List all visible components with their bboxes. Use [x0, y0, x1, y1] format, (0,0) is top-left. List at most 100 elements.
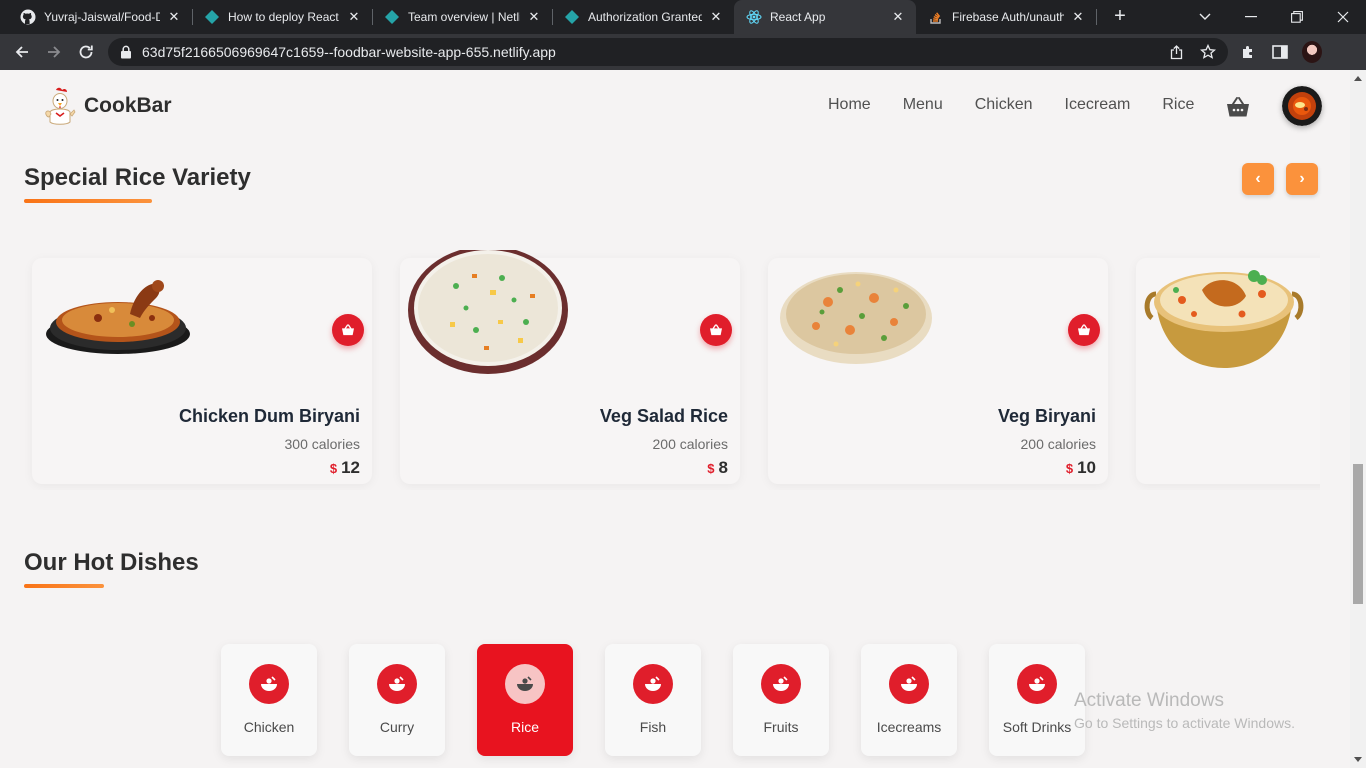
food-bowl-icon	[773, 676, 789, 691]
stackoverflow-icon	[928, 9, 944, 25]
scrollbar-thumb[interactable]	[1353, 464, 1363, 604]
tab-github[interactable]: Yuvraj-Jaiswal/Food-D ✕	[8, 0, 192, 34]
price-value: 10	[1077, 458, 1096, 477]
cart-basket-icon	[1078, 324, 1090, 336]
rice-section-title: Special Rice Variety	[24, 164, 251, 191]
food-calories: 200 calories	[1020, 436, 1097, 452]
carousel-prev-button[interactable]: ‹	[1242, 163, 1274, 195]
url-bar[interactable]: 63d75f2166506969647c1659--foodbar-websit…	[108, 38, 1228, 66]
category-icon-wrapper	[249, 664, 289, 704]
category-rice[interactable]: Rice	[477, 644, 573, 756]
arrow-left-icon	[15, 46, 28, 58]
price-value: 8	[718, 458, 728, 477]
category-icon-wrapper	[889, 664, 929, 704]
bookmark-star-icon[interactable]	[1200, 44, 1216, 60]
tab-close-icon[interactable]: ✕	[166, 9, 182, 25]
category-fish[interactable]: Fish	[605, 644, 701, 756]
minimize-button[interactable]	[1228, 0, 1274, 34]
tab-close-icon[interactable]: ✕	[346, 9, 362, 25]
hot-dishes-title-underline	[24, 584, 104, 588]
side-panel-icon[interactable]	[1270, 42, 1290, 62]
food-bowl-icon	[389, 676, 405, 691]
category-label: Icecreams	[876, 719, 942, 735]
reload-button[interactable]	[74, 40, 98, 64]
netlify-icon	[564, 9, 580, 25]
chef-chicken-logo-icon	[45, 87, 76, 125]
nav-link-menu[interactable]: Menu	[903, 96, 943, 114]
biryani-bowl-image	[1144, 270, 1304, 368]
food-bowl-icon	[645, 676, 661, 691]
chicken-biryani-image	[46, 280, 190, 354]
tab-team-overview[interactable]: Team overview | Netlif ✕	[372, 0, 552, 34]
category-icon-wrapper	[761, 664, 801, 704]
food-calories: 300 calories	[284, 436, 361, 452]
restore-button[interactable]	[1274, 0, 1320, 34]
food-bowl-icon	[901, 676, 917, 691]
nav-link-home[interactable]: Home	[828, 96, 871, 114]
rice-title-underline	[24, 199, 152, 203]
food-card: Chicken Dum Biryani 300 calories $12	[32, 258, 372, 484]
food-bowl-icon	[517, 676, 533, 691]
category-curry[interactable]: Curry	[349, 644, 445, 756]
food-name: Veg Salad Rice	[599, 406, 728, 426]
category-icon-wrapper	[633, 664, 673, 704]
tab-close-icon[interactable]: ✕	[1070, 9, 1086, 25]
category-fruits[interactable]: Fruits	[733, 644, 829, 756]
extensions-puzzle-icon[interactable]	[1238, 42, 1258, 62]
category-chicken[interactable]: Chicken	[221, 644, 317, 756]
close-window-button[interactable]	[1320, 0, 1366, 34]
react-icon	[746, 9, 762, 25]
scroll-down-arrow-icon[interactable]	[1354, 757, 1362, 762]
add-to-cart-button[interactable]	[332, 314, 364, 346]
category-soft-drinks[interactable]: Soft Drinks	[989, 644, 1085, 756]
tab-close-icon[interactable]: ✕	[526, 9, 542, 25]
add-to-cart-button[interactable]	[700, 314, 732, 346]
tab-search-button[interactable]	[1182, 0, 1228, 34]
profile-avatar-icon[interactable]	[1302, 41, 1322, 63]
restore-icon	[1291, 11, 1303, 23]
watermark-subtitle: Go to Settings to activate Windows.	[1074, 715, 1295, 731]
tab-label: Yuvraj-Jaiswal/Food-D	[44, 10, 160, 24]
category-icecreams[interactable]: Icecreams	[861, 644, 957, 756]
food-card	[1136, 258, 1320, 484]
tab-deploy-react[interactable]: How to deploy React A ✕	[192, 0, 372, 34]
carousel-next-button[interactable]: ›	[1286, 163, 1318, 195]
page-scrollbar[interactable]	[1350, 70, 1366, 768]
food-card: Veg Salad Rice 200 calories $8	[400, 250, 740, 484]
nav-link-rice[interactable]: Rice	[1162, 96, 1194, 114]
currency-symbol: $	[329, 461, 338, 476]
scroll-up-arrow-icon[interactable]	[1354, 76, 1362, 81]
tab-firebase-auth[interactable]: Firebase Auth/unauth ✕	[916, 0, 1096, 34]
browser-address-bar: 63d75f2166506969647c1659--foodbar-websit…	[0, 34, 1366, 70]
nav-link-chicken[interactable]: Chicken	[975, 96, 1033, 114]
tab-label: Team overview | Netlif	[408, 10, 520, 24]
food-calories: 200 calories	[652, 436, 729, 452]
hot-dishes-title: Our Hot Dishes	[24, 549, 199, 576]
veg-salad-rice-image	[408, 250, 568, 374]
netlify-icon	[204, 9, 220, 25]
forward-button[interactable]	[42, 40, 66, 64]
food-price: $10	[1066, 458, 1096, 478]
tab-react-app[interactable]: React App ✕	[734, 0, 916, 34]
activate-windows-watermark: Activate Windows Go to Settings to activ…	[1074, 690, 1295, 731]
tab-label: React App	[770, 10, 826, 24]
currency-symbol: $	[707, 461, 715, 476]
brand-logo[interactable]: CookBar	[42, 86, 172, 126]
category-label: Fruits	[763, 719, 799, 735]
nav-link-icecream[interactable]: Icecream	[1065, 96, 1131, 114]
tab-close-icon[interactable]: ✕	[708, 9, 724, 25]
category-icon-wrapper	[505, 664, 545, 704]
add-to-cart-button[interactable]	[1068, 314, 1100, 346]
lock-icon	[121, 45, 131, 59]
food-bowl-icon	[261, 676, 277, 691]
tab-authorization[interactable]: Authorization Granted ✕	[552, 0, 734, 34]
cart-basket-icon[interactable]	[1226, 96, 1250, 118]
user-avatar[interactable]	[1282, 86, 1322, 126]
category-icon-wrapper	[377, 664, 417, 704]
share-icon[interactable]	[1168, 44, 1184, 60]
new-tab-button[interactable]: +	[1108, 4, 1132, 28]
tab-close-icon[interactable]: ✕	[890, 9, 906, 25]
category-label: Curry	[379, 719, 415, 735]
veg-biryani-image	[780, 272, 932, 364]
back-button[interactable]	[10, 40, 34, 64]
